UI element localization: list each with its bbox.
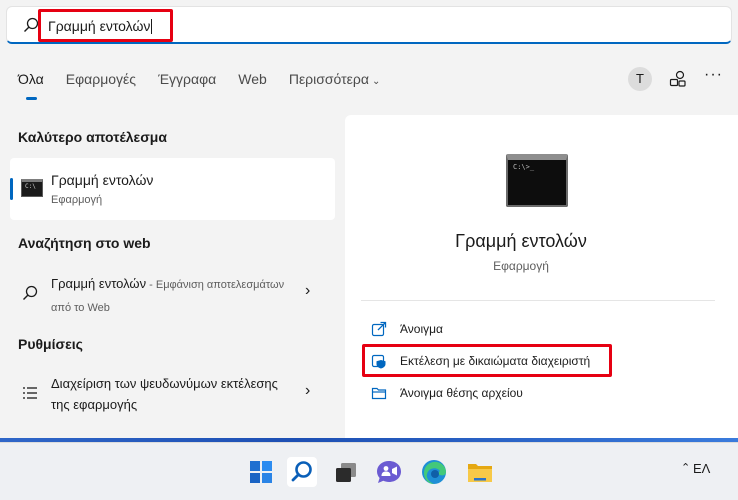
teams-chat-icon[interactable] bbox=[374, 457, 404, 487]
taskbar-search-button[interactable] bbox=[287, 457, 317, 487]
command-prompt-icon: C:\ bbox=[21, 179, 43, 197]
detail-pane: C:\>_ Γραμμή εντολών Εφαρμογή Άνοιγμα Εκ… bbox=[345, 115, 738, 442]
file-explorer-icon[interactable] bbox=[465, 457, 495, 487]
tab-web[interactable]: Web bbox=[238, 71, 267, 95]
open-file-location-label: Άνοιγμα θέσης αρχείου bbox=[400, 386, 523, 400]
detail-app-type: Εφαρμογή bbox=[493, 259, 549, 273]
open-action-label: Άνοιγμα bbox=[400, 322, 443, 336]
detail-app-name: Γραμμή εντολών bbox=[455, 231, 587, 251]
connected-devices-icon[interactable] bbox=[669, 70, 687, 88]
tab-apps[interactable]: Εφαρμογές bbox=[66, 71, 136, 95]
web-search-query: Γραμμή εντολών bbox=[51, 276, 147, 291]
best-match-type: Εφαρμογή bbox=[51, 194, 103, 206]
tray-overflow-chevron-icon[interactable]: ⌃ bbox=[681, 461, 690, 474]
web-search-heading: Αναζήτηση στο web bbox=[18, 235, 151, 251]
open-icon bbox=[371, 321, 387, 337]
tab-more-label: Περισσότερα bbox=[288, 71, 369, 87]
task-view-icon[interactable] bbox=[331, 457, 361, 487]
best-match-heading: Καλύτερο αποτέλεσμα bbox=[18, 129, 167, 145]
tab-all[interactable]: Όλα bbox=[18, 71, 44, 100]
edge-icon[interactable] bbox=[419, 457, 449, 487]
start-icon[interactable] bbox=[246, 457, 276, 487]
tab-documents[interactable]: Έγγραφα bbox=[158, 71, 216, 95]
chevron-right-icon: › bbox=[305, 282, 311, 299]
tab-more[interactable]: Περισσότερα ⌄ bbox=[289, 71, 381, 95]
admin-highlight-box bbox=[362, 344, 612, 377]
search-panel: Γραμμή εντολών Όλα Εφαρμογές Έγγραφα Web… bbox=[0, 0, 738, 442]
settings-item-label: Διαχείριση των ψευδωνύμων εκτέλεσης της … bbox=[51, 376, 278, 412]
best-match-item[interactable]: C:\ Γραμμή εντολών Εφαρμογή bbox=[10, 158, 335, 220]
more-options-icon[interactable]: ··· bbox=[704, 66, 723, 84]
chevron-right-icon: › bbox=[305, 382, 311, 399]
web-search-text: Γραμμή εντολών - Εμφάνιση αποτελεσμάτων … bbox=[51, 273, 301, 319]
taskbar: ⌃ ΕΛ bbox=[0, 442, 738, 500]
command-prompt-large-icon: C:\>_ bbox=[506, 154, 568, 207]
best-match-name: Γραμμή εντολών bbox=[51, 172, 154, 188]
search-highlight-box bbox=[38, 9, 173, 42]
search-icon bbox=[291, 461, 312, 482]
settings-heading: Ρυθμίσεις bbox=[18, 336, 83, 352]
search-icon bbox=[24, 17, 39, 32]
input-language-indicator[interactable]: ΕΛ bbox=[693, 461, 710, 476]
folder-icon bbox=[371, 387, 387, 400]
list-settings-icon bbox=[23, 387, 37, 399]
avatar[interactable]: T bbox=[628, 67, 652, 91]
search-icon bbox=[23, 285, 38, 300]
settings-item[interactable]: Διαχείριση των ψευδωνύμων εκτέλεσης της … bbox=[10, 368, 335, 420]
web-search-item[interactable]: Γραμμή εντολών - Εμφάνιση αποτελεσμάτων … bbox=[10, 268, 335, 320]
chevron-down-icon: ⌄ bbox=[371, 76, 381, 87]
divider bbox=[361, 300, 715, 301]
filter-tabs: Όλα Εφαρμογές Έγγραφα Web Περισσότερα ⌄ bbox=[18, 71, 402, 101]
